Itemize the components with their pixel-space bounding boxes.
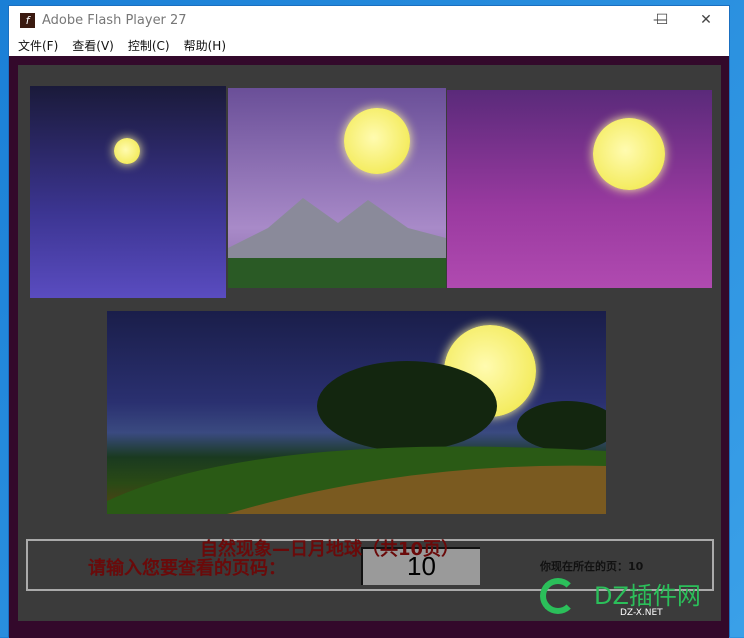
subtitle: 自然现象—日月地球（共10页） <box>200 539 460 560</box>
menu-control[interactable]: 控制(C) <box>128 37 170 54</box>
maximize-button[interactable]: ☐ <box>639 6 685 34</box>
menu-file[interactable]: 文件(F) <box>18 37 58 54</box>
night-sky-image <box>30 86 226 298</box>
watermark-logo: DZ插件网 DZ-X.NET <box>540 570 730 630</box>
moon-over-hills-image <box>107 311 606 514</box>
moon-over-mountains-image <box>228 88 446 288</box>
flash-icon: f <box>20 12 35 28</box>
title-bar: f Adobe Flash Player 27 — ✕ ☐ <box>9 6 729 34</box>
close-button[interactable]: ✕ <box>683 6 729 34</box>
window-title: Adobe Flash Player 27 <box>42 12 187 28</box>
menu-bar: 文件(F) 查看(V) 控制(C) 帮助(H) <box>9 34 729 56</box>
starry-moon-image <box>447 90 712 288</box>
menu-view[interactable]: 查看(V) <box>72 37 114 54</box>
menu-help[interactable]: 帮助(H) <box>184 37 226 54</box>
